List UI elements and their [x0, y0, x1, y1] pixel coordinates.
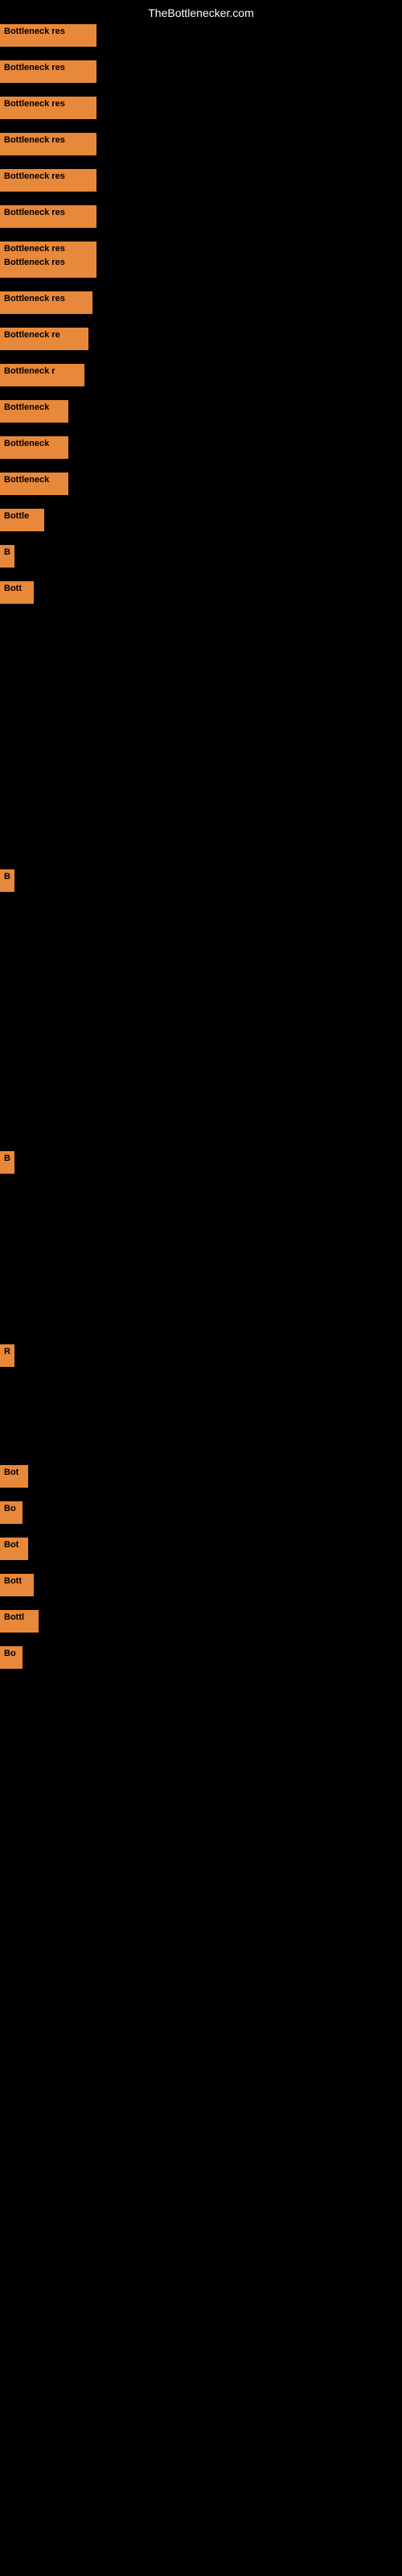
bottleneck-label-5: Bottleneck res	[0, 169, 96, 192]
bottleneck-label-6: Bottleneck res	[0, 205, 96, 228]
bottleneck-label-10: Bottleneck re	[0, 328, 88, 350]
bottleneck-label-26: Bo	[0, 1646, 23, 1669]
bottleneck-label-22: Bo	[0, 1501, 23, 1524]
bottleneck-label-20: R	[0, 1344, 14, 1367]
bottleneck-label-4: Bottleneck res	[0, 133, 96, 155]
bottleneck-label-13: Bottleneck	[0, 436, 68, 459]
bottleneck-label-21: Bot	[0, 1465, 28, 1488]
bottleneck-label-15: Bottle	[0, 509, 44, 531]
bottleneck-label-24: Bott	[0, 1574, 34, 1596]
bottleneck-label-1: Bottleneck res	[0, 24, 96, 47]
bottleneck-label-25: Bottl	[0, 1610, 39, 1633]
bottleneck-label-19: B	[0, 1151, 14, 1174]
bottleneck-label-14: Bottleneck	[0, 473, 68, 495]
bottleneck-label-17: Bott	[0, 581, 34, 604]
bottleneck-label-3: Bottleneck res	[0, 97, 96, 119]
bottleneck-label-11: Bottleneck r	[0, 364, 84, 386]
bottleneck-label-16: B	[0, 545, 14, 568]
bottleneck-label-2: Bottleneck res	[0, 60, 96, 83]
bottleneck-label-9: Bottleneck res	[0, 291, 92, 314]
bottleneck-label-8: Bottleneck res	[0, 255, 96, 278]
bottleneck-label-12: Bottleneck	[0, 400, 68, 423]
site-title: TheBottlenecker.com	[148, 6, 254, 19]
bottleneck-label-18: B	[0, 869, 14, 892]
bottleneck-label-23: Bot	[0, 1538, 28, 1560]
